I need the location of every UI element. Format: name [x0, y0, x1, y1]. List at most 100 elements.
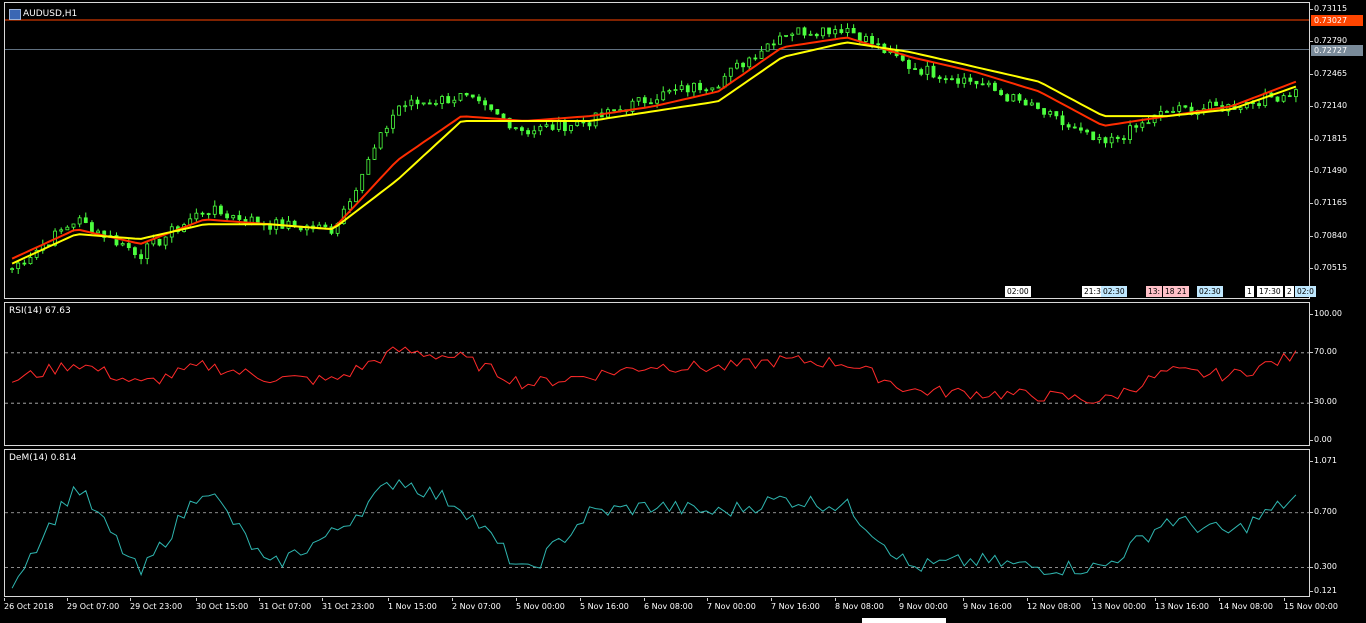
session-marker[interactable]: 2 [1285, 286, 1294, 297]
candle-body [1171, 111, 1175, 113]
time-tick-label: 5 Nov 00:00 [516, 598, 565, 611]
candlestick [1165, 109, 1169, 113]
chart-scroll-indicator[interactable] [862, 618, 946, 623]
candlestick [1109, 133, 1114, 148]
candle-body [544, 124, 549, 127]
session-marker[interactable]: 13: [1146, 286, 1163, 297]
candle-body [219, 205, 223, 215]
candlestick [1158, 105, 1163, 121]
candlestick [827, 27, 831, 38]
rsi-axis: 100.00 70.00 30.00 0.00 [1309, 302, 1366, 446]
candle-body [538, 125, 543, 132]
candle-body [1115, 136, 1120, 139]
candlestick [1036, 102, 1040, 110]
price-tick-label: 0.72140 [1308, 101, 1348, 111]
session-marker[interactable]: 02:00 [1005, 286, 1031, 297]
time-tick-label: 26 Oct 2018 [4, 598, 54, 611]
candlestick [219, 204, 223, 216]
session-marker[interactable]: 21:3 [1082, 286, 1103, 297]
candlestick [692, 82, 696, 97]
candlestick [440, 94, 444, 110]
candle-body [1275, 96, 1280, 102]
candle-body [403, 105, 408, 108]
candlestick [391, 109, 395, 134]
candle-body [366, 158, 371, 175]
candle-body [704, 89, 709, 92]
demarker-indicator-pane[interactable]: DeM(14) 0.814 [4, 449, 1310, 597]
candle-body [452, 99, 457, 104]
candle-body [759, 50, 764, 59]
candle-body [907, 59, 911, 69]
candlestick [1171, 106, 1175, 114]
candlestick [1294, 88, 1298, 103]
candlestick [1097, 133, 1102, 144]
candlestick [839, 23, 844, 35]
candlestick [753, 54, 758, 61]
candlestick [231, 214, 236, 221]
candle-body [323, 224, 328, 228]
candle-body [1048, 111, 1053, 115]
candle-body [913, 68, 917, 70]
candle-body [1257, 103, 1261, 107]
candlestick [1072, 123, 1077, 129]
candle-body [1103, 137, 1108, 144]
candlestick [962, 73, 967, 88]
candle-body [501, 113, 506, 119]
price-chart-canvas[interactable] [5, 3, 1309, 298]
candlestick [1275, 96, 1280, 103]
price-tick-label: 0.70515 [1308, 263, 1348, 273]
candlestick [1122, 135, 1126, 144]
session-marker[interactable]: 02:30 [1101, 286, 1127, 297]
time-tick-label: 12 Nov 08:00 [1027, 598, 1081, 611]
candlestick [728, 67, 733, 83]
candle-body [1036, 102, 1040, 109]
candle-body [710, 87, 715, 91]
demarker-axis: 1.071 0.700 0.300 0.121 [1309, 449, 1366, 597]
candlestick [913, 62, 917, 70]
candle-body [986, 82, 991, 86]
rsi-indicator-pane[interactable]: RSI(14) 67.63 [4, 302, 1310, 446]
session-marker[interactable]: 02:30 [1197, 286, 1223, 297]
candlestick [1238, 106, 1243, 114]
candle-body [83, 217, 88, 223]
candlestick [305, 223, 309, 236]
candlestick [790, 32, 795, 42]
candle-body [440, 96, 444, 104]
rsi-canvas[interactable] [5, 303, 1309, 445]
candlestick [427, 99, 432, 105]
candle-body [1158, 111, 1163, 116]
candle-body [1146, 122, 1151, 125]
candlestick [667, 88, 672, 95]
candlestick [59, 227, 64, 235]
candle-body [649, 102, 653, 105]
demarker-canvas[interactable] [5, 450, 1309, 596]
candlestick [157, 238, 162, 247]
candlestick [1115, 135, 1120, 143]
candlestick [986, 80, 991, 88]
candle-body [870, 36, 874, 45]
candle-body [1085, 129, 1089, 133]
candle-body [1060, 115, 1065, 126]
candle-body [587, 122, 592, 127]
time-axis[interactable]: 26 Oct 2018 29 Oct 07:00 29 Oct 23:00 30 Oc… [0, 598, 1366, 623]
candle-body [550, 124, 555, 130]
candle-body [120, 243, 125, 246]
candle-body [16, 262, 21, 270]
session-marker[interactable]: 17:30 [1257, 286, 1283, 297]
candlestick [796, 27, 801, 35]
session-marker[interactable]: 1 [1245, 286, 1254, 297]
candlestick [950, 75, 954, 81]
time-tick-label: 13 Nov 00:00 [1092, 598, 1146, 611]
candle-body [477, 96, 481, 102]
chart-window-icon [9, 9, 21, 20]
price-axis[interactable]: 0.73115 0.72790 0.72465 0.72140 0.71815 0.714… [1308, 2, 1366, 299]
candlestick [698, 79, 702, 94]
candlestick [10, 267, 14, 273]
price-chart-pane[interactable]: AUDUSD,H1 02:00 21:3 02:30 13: 18 21 02:30 1 17:… [4, 2, 1316, 299]
candlestick [1128, 120, 1132, 144]
candle-body [200, 212, 205, 215]
candlestick [716, 84, 721, 89]
candle-body [495, 109, 500, 115]
session-marker[interactable]: 21 [1175, 286, 1189, 297]
candlestick [483, 97, 487, 111]
